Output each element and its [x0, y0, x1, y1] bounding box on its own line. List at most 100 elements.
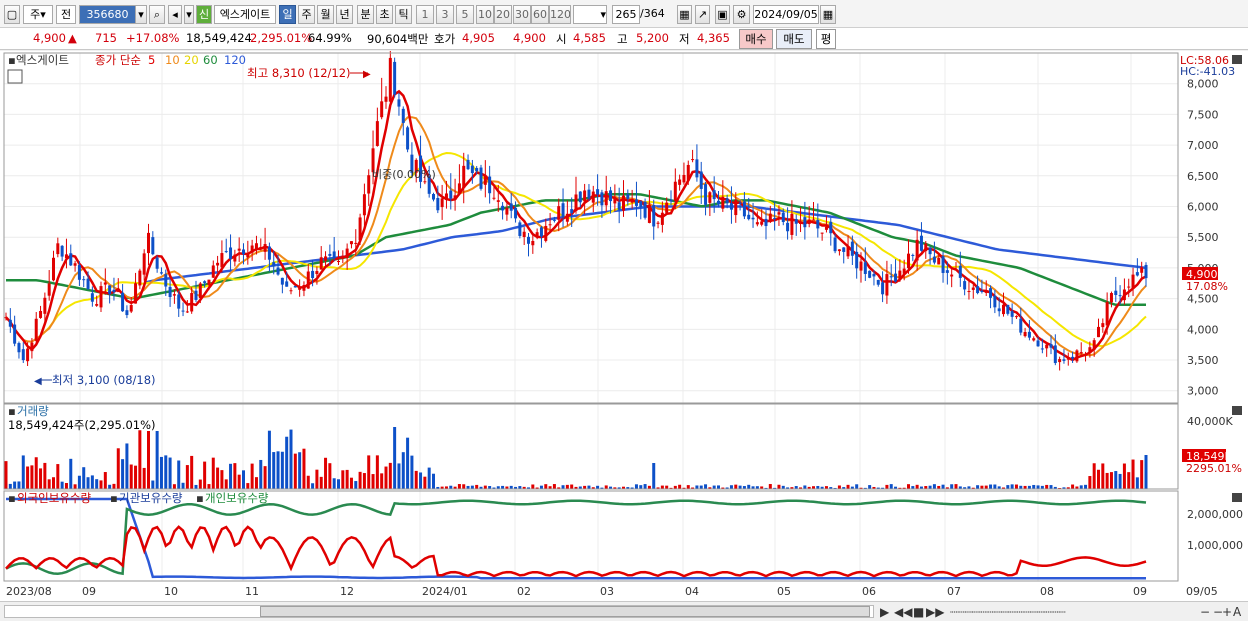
count-input[interactable]: 265	[612, 5, 640, 24]
candle-body	[289, 290, 293, 292]
candle-body	[34, 318, 38, 341]
candle-body	[8, 319, 12, 327]
holdings-panel-close-icon[interactable]	[1232, 493, 1242, 502]
candle-body	[868, 270, 872, 278]
candle-body	[1122, 289, 1126, 301]
up-arrow-icon: ▲	[68, 31, 77, 45]
grid-icon[interactable]: ▦	[677, 5, 692, 24]
candle-body	[380, 101, 384, 118]
code-dropdown-button[interactable]: ▾	[135, 5, 147, 24]
period-month[interactable]: 월	[317, 5, 334, 24]
candle-body	[993, 295, 997, 308]
period-minute[interactable]: 분	[357, 5, 374, 24]
candle-body	[328, 253, 332, 256]
candle-body	[172, 294, 176, 296]
interval-5[interactable]: 5	[456, 5, 474, 24]
window-icon[interactable]: ▢	[4, 5, 20, 24]
candle-body	[30, 342, 34, 352]
volume-bar	[345, 469, 349, 489]
volume-bar	[254, 477, 258, 489]
zoom-slider[interactable]: ┈┈┈┈┈┈┈┈┈┈┈┈┈┈┈┈	[950, 605, 1066, 619]
candle-body	[781, 212, 785, 223]
candle-body	[185, 311, 189, 313]
volume-bar	[643, 484, 647, 489]
interval-120[interactable]: 120	[549, 5, 571, 24]
candle-body	[859, 261, 863, 271]
rewind-icon[interactable]: ◀◀	[894, 605, 912, 619]
candle-body	[375, 121, 379, 146]
code-input[interactable]: 356680	[79, 5, 136, 24]
period-second[interactable]: 초	[376, 5, 393, 24]
prefix-select[interactable]: 전	[56, 5, 76, 24]
candle-body	[1127, 286, 1131, 288]
draw-icon[interactable]: ↗	[695, 5, 710, 24]
volume-bar	[112, 483, 116, 489]
volume-panel-close-icon[interactable]	[1232, 406, 1242, 415]
candle-body	[898, 270, 902, 280]
forward-icon[interactable]: ▶▶	[926, 605, 944, 619]
save-icon[interactable]: ▣	[715, 5, 730, 24]
volume-bar	[315, 469, 319, 489]
volume-bar	[103, 472, 107, 489]
interval-10[interactable]: 10	[476, 5, 494, 24]
candle-body	[1023, 332, 1027, 337]
price-panel-close-icon[interactable]	[1232, 55, 1242, 64]
price-tick-label: 8,000	[1187, 78, 1219, 91]
candle-body	[613, 197, 617, 204]
volume-bar	[164, 455, 168, 489]
volume-bar	[129, 464, 133, 489]
flat-button[interactable]: 평	[816, 29, 836, 49]
period-day[interactable]: 일	[279, 5, 296, 24]
calendar-icon[interactable]: ▦	[820, 5, 836, 24]
candle-body	[64, 254, 68, 259]
sound-dropdown-button[interactable]: ▾	[184, 5, 194, 24]
interval-30[interactable]: 30	[513, 5, 531, 24]
stop-icon[interactable]: ■	[913, 605, 924, 619]
interval-60[interactable]: 60	[531, 5, 549, 24]
candle-body	[423, 181, 427, 183]
calculator-icon[interactable]	[7, 69, 23, 84]
candle-body	[790, 213, 794, 235]
custom-interval-input[interactable]: ▾	[573, 5, 607, 24]
candle-body	[367, 175, 371, 194]
gear-icon[interactable]: ⚙	[733, 5, 750, 24]
candle-body	[695, 159, 699, 178]
zoom-out-icon[interactable]: −	[1200, 605, 1210, 619]
buy-button[interactable]: 매수	[739, 29, 773, 49]
volume-bar	[1122, 463, 1126, 489]
candle-body	[932, 256, 936, 263]
date-input[interactable]: 2024/09/05	[753, 5, 819, 24]
holdings-tick-1m: 1,000,000	[1187, 539, 1243, 552]
period-week[interactable]: 주	[298, 5, 315, 24]
market-select[interactable]: 주▾	[23, 5, 53, 24]
volume-bar	[734, 484, 738, 489]
candle-body	[522, 231, 526, 238]
candle-body	[337, 261, 340, 263]
play-icon[interactable]: ▶	[880, 605, 889, 619]
volume-bar	[803, 485, 807, 489]
font-size-icon[interactable]: A	[1233, 605, 1241, 619]
current-price: 4,900	[33, 31, 66, 45]
candle-body	[1036, 340, 1040, 347]
period-tick[interactable]: 틱	[395, 5, 412, 24]
candle-body	[190, 293, 194, 312]
sound-icon[interactable]: ◂	[168, 5, 182, 24]
zoom-plus-icon[interactable]: +	[1222, 605, 1232, 619]
search-icon[interactable]: ⌕	[149, 5, 165, 24]
period-year[interactable]: 년	[336, 5, 353, 24]
candle-body	[824, 226, 828, 230]
candle-body	[518, 222, 522, 236]
volume-bar	[73, 484, 77, 489]
candle-body	[1071, 356, 1075, 359]
candle-body	[725, 198, 729, 204]
volume-bar	[216, 467, 220, 489]
candle-body	[539, 227, 543, 237]
candle-body	[846, 246, 850, 257]
interval-1[interactable]: 1	[416, 5, 434, 24]
interval-3[interactable]: 3	[436, 5, 454, 24]
horizontal-scroll-thumb[interactable]	[260, 606, 870, 617]
sell-button[interactable]: 매도	[776, 29, 812, 49]
volume-bar	[142, 467, 146, 489]
interval-20[interactable]: 20	[494, 5, 512, 24]
x-axis-label: 09	[1133, 585, 1147, 598]
